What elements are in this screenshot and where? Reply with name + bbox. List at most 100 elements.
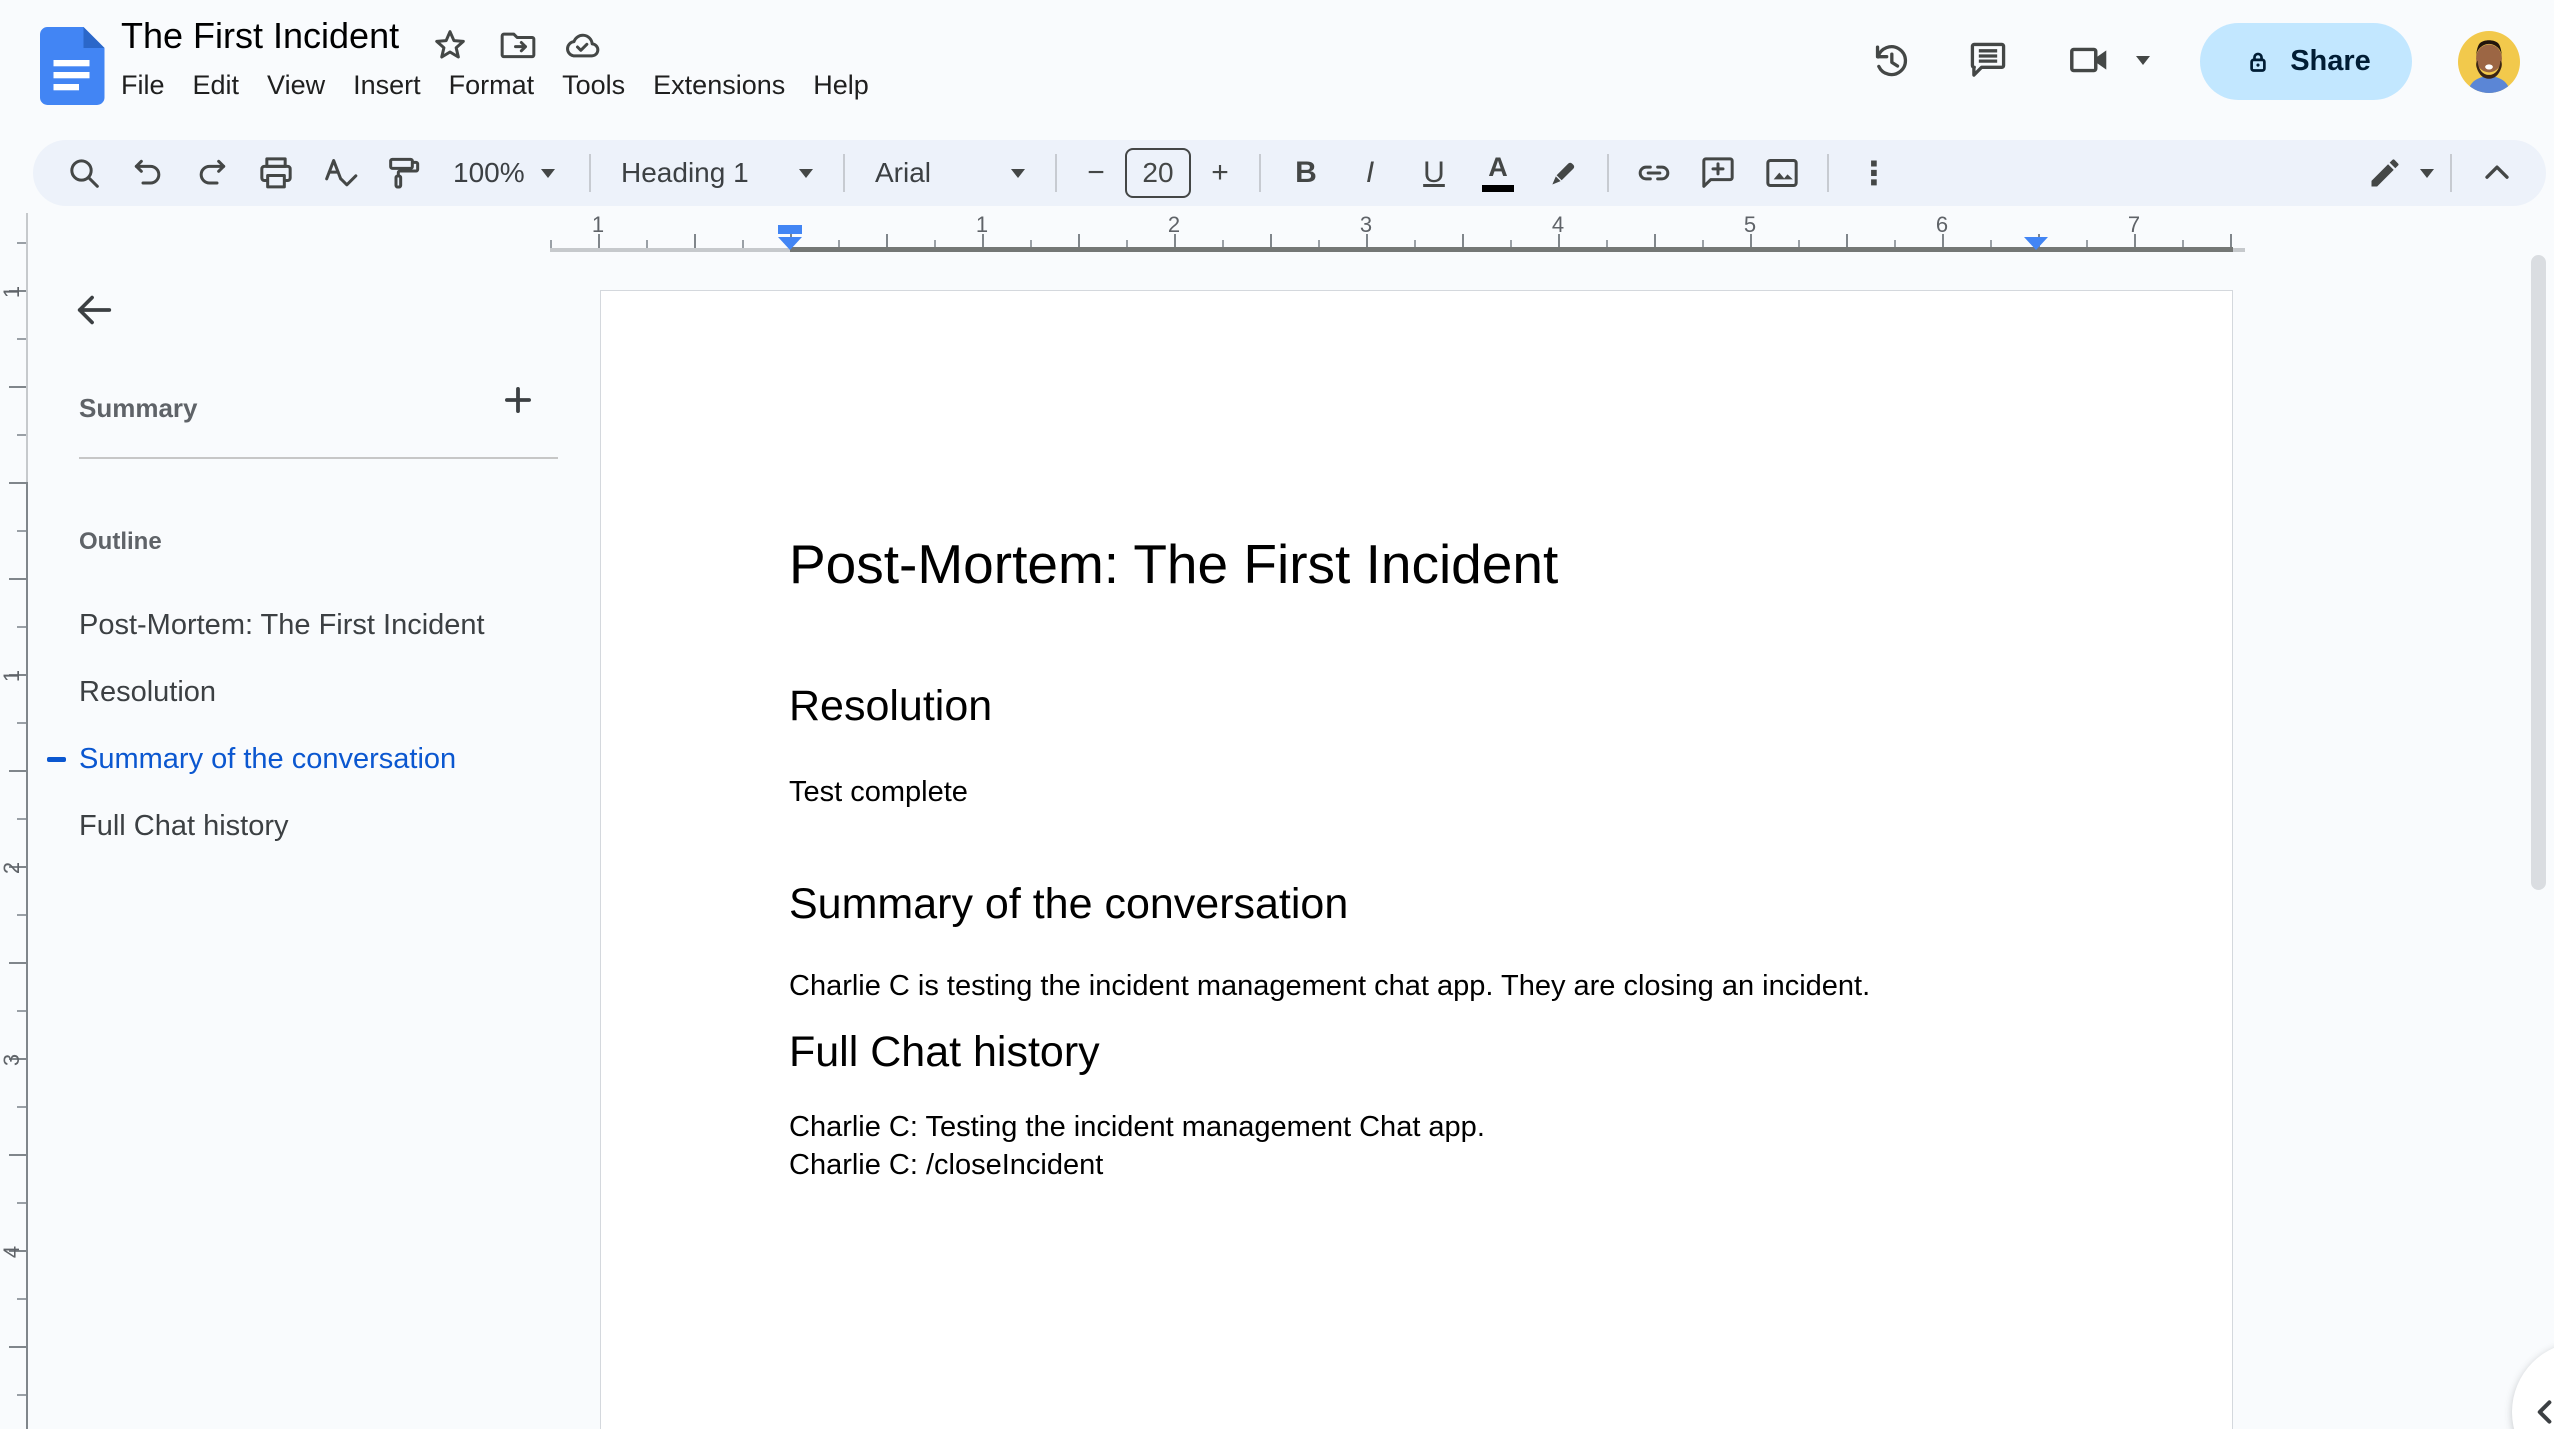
italic-button[interactable]: I bbox=[1341, 144, 1399, 202]
comments-button[interactable] bbox=[1964, 36, 2012, 84]
call-options-caret-icon[interactable] bbox=[2136, 56, 2150, 65]
first-line-indent-marker[interactable] bbox=[778, 225, 802, 234]
font-value: Arial bbox=[875, 157, 932, 188]
chevron-up-icon bbox=[2485, 165, 2509, 179]
account-avatar[interactable] bbox=[2458, 31, 2520, 93]
left-indent-marker[interactable] bbox=[778, 237, 802, 250]
highlight-color-button[interactable] bbox=[1533, 144, 1591, 202]
search-menus-button[interactable] bbox=[55, 144, 113, 202]
hide-menus-button[interactable] bbox=[2468, 144, 2526, 202]
document-title[interactable]: The First Incident bbox=[121, 14, 399, 58]
minus-icon: − bbox=[1087, 156, 1105, 189]
add-summary-button[interactable] bbox=[492, 374, 544, 426]
ruler-number: 3 bbox=[1359, 212, 1373, 237]
outline-item[interactable]: Post-Mortem: The First Incident bbox=[30, 592, 570, 659]
doc-heading2-summary[interactable]: Summary of the conversation bbox=[789, 880, 1348, 929]
underline-icon: U bbox=[1423, 156, 1445, 189]
vertical-scrollbar-thumb[interactable] bbox=[2531, 255, 2546, 890]
outline-item-label: Resolution bbox=[79, 676, 217, 708]
bold-icon: B bbox=[1295, 156, 1317, 189]
doc-paragraph[interactable]: Charlie C is testing the incident manage… bbox=[789, 967, 1870, 1005]
link-icon bbox=[1638, 165, 1670, 181]
toolbar-divider bbox=[1827, 154, 1829, 192]
menu-format[interactable]: Format bbox=[435, 63, 549, 107]
menu-tools[interactable]: Tools bbox=[548, 63, 639, 107]
back-arrow-icon bbox=[77, 295, 112, 325]
editing-mode-caret-icon[interactable] bbox=[2420, 168, 2434, 178]
doc-heading2-chat-history[interactable]: Full Chat history bbox=[789, 1028, 1100, 1077]
zoom-select[interactable]: 100% bbox=[439, 144, 573, 202]
lock-icon bbox=[2250, 52, 2266, 72]
cloud-saved-icon bbox=[566, 33, 600, 58]
font-caret-icon bbox=[1011, 168, 1025, 178]
undo-icon bbox=[134, 159, 161, 185]
more-toolbar-options-button[interactable]: ⋮ bbox=[1845, 144, 1903, 202]
increase-font-size-button[interactable]: + bbox=[1197, 144, 1243, 202]
paint-roller-icon bbox=[389, 157, 420, 189]
decrease-font-size-button[interactable]: − bbox=[1073, 144, 1119, 202]
ruler-number: 6 bbox=[1935, 212, 1949, 237]
doc-paragraph[interactable]: Test complete bbox=[789, 773, 968, 811]
add-comment-icon bbox=[1702, 157, 1734, 188]
editing-mode-button[interactable] bbox=[2356, 144, 2414, 202]
doc-heading2-resolution[interactable]: Resolution bbox=[789, 682, 992, 731]
search-icon bbox=[70, 159, 99, 188]
outline-list: Post-Mortem: The First Incident Resoluti… bbox=[30, 592, 570, 860]
style-value: Heading 1 bbox=[621, 157, 749, 188]
menu-help[interactable]: Help bbox=[799, 63, 883, 107]
vruler-number: 1 bbox=[0, 285, 24, 299]
docs-logo-icon[interactable] bbox=[40, 27, 106, 105]
underline-button[interactable]: U bbox=[1405, 144, 1463, 202]
show-side-panel-button[interactable] bbox=[2512, 1342, 2554, 1429]
italic-icon: I bbox=[1365, 156, 1375, 189]
outline-item[interactable]: Resolution bbox=[30, 659, 570, 726]
comment-icon bbox=[1970, 42, 2006, 77]
menu-extensions[interactable]: Extensions bbox=[639, 63, 799, 107]
menu-file[interactable]: File bbox=[107, 63, 179, 107]
paint-format-button[interactable] bbox=[375, 144, 433, 202]
zoom-value: 100% bbox=[453, 157, 525, 188]
vruler-number: 4 bbox=[0, 1245, 24, 1259]
ruler-number: 4 bbox=[1551, 212, 1565, 237]
outline-item-label: Summary of the conversation bbox=[79, 743, 457, 775]
plus-icon bbox=[505, 387, 531, 413]
toolbar-divider bbox=[1259, 154, 1261, 192]
spelling-grammar-button[interactable] bbox=[311, 144, 369, 202]
outline-item[interactable]: Full Chat history bbox=[30, 793, 570, 860]
ruler-number: 5 bbox=[1743, 212, 1757, 237]
document-page[interactable]: Post-Mortem: The First Incident Resoluti… bbox=[600, 290, 2233, 1429]
sidebar-divider bbox=[79, 457, 558, 459]
ruler-number: 2 bbox=[1167, 212, 1181, 237]
join-call-button[interactable] bbox=[2062, 36, 2118, 84]
vruler-number: 2 bbox=[0, 861, 24, 875]
menu-edit[interactable]: Edit bbox=[179, 63, 254, 107]
paragraph-style-select[interactable]: Heading 1 bbox=[607, 144, 827, 202]
toolbar-divider bbox=[589, 154, 591, 192]
menu-bar: File Edit View Insert Format Tools Exten… bbox=[107, 62, 883, 108]
font-size-input[interactable]: 20 bbox=[1125, 148, 1191, 198]
outline-item-active[interactable]: Summary of the conversation bbox=[30, 726, 570, 793]
right-indent-marker[interactable] bbox=[2024, 237, 2048, 250]
version-history-button[interactable] bbox=[1866, 36, 1914, 84]
undo-button[interactable] bbox=[119, 144, 177, 202]
doc-paragraph[interactable]: Charlie C: Testing the incident manageme… bbox=[789, 1108, 1485, 1184]
add-comment-button[interactable] bbox=[1689, 144, 1747, 202]
chevron-left-icon bbox=[2537, 1400, 2552, 1424]
menu-insert[interactable]: Insert bbox=[339, 63, 435, 107]
print-button[interactable] bbox=[247, 144, 305, 202]
vruler-number: 3 bbox=[0, 1053, 24, 1067]
share-button[interactable]: Share bbox=[2200, 23, 2412, 100]
toolbar: 100% Heading 1 Arial − 20 + B I U A ⋮ bbox=[33, 140, 2546, 206]
doc-heading1[interactable]: Post-Mortem: The First Incident bbox=[789, 532, 1558, 596]
insert-image-button[interactable] bbox=[1753, 144, 1811, 202]
text-color-button[interactable]: A bbox=[1469, 144, 1527, 202]
insert-link-button[interactable] bbox=[1625, 144, 1683, 202]
bold-button[interactable]: B bbox=[1277, 144, 1335, 202]
font-family-select[interactable]: Arial bbox=[861, 144, 1039, 202]
vruler-margin-edge bbox=[26, 213, 28, 482]
more-vert-icon: ⋮ bbox=[1858, 155, 1890, 191]
close-outline-button[interactable] bbox=[66, 282, 122, 338]
vruler-content-edge bbox=[26, 482, 28, 1429]
menu-view[interactable]: View bbox=[253, 63, 339, 107]
redo-button[interactable] bbox=[183, 144, 241, 202]
